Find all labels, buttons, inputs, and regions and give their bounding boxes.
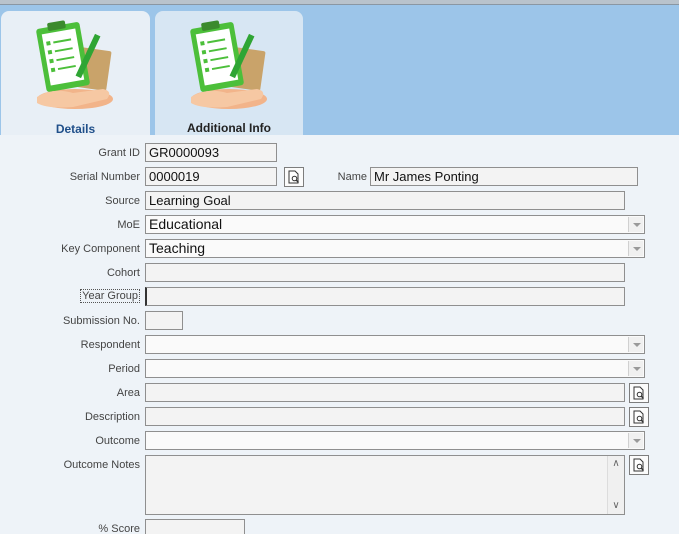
document-search-icon	[633, 386, 644, 400]
tab-additional-info[interactable]: Additional Info	[155, 11, 303, 135]
outcome-notes-lookup-button[interactable]	[629, 455, 649, 475]
source-field[interactable]: Learning Goal	[145, 191, 625, 210]
score-label: % Score	[98, 523, 140, 534]
outcome-notes-scrollbar[interactable]: ∧ ∨	[607, 456, 624, 514]
description-label: Description	[84, 411, 140, 423]
grant-id-field[interactable]: GR0000093	[145, 143, 277, 162]
year-group-field[interactable]	[145, 287, 625, 306]
details-form: Grant ID GR0000093 Serial Number 0000019…	[0, 135, 679, 534]
scroll-down-icon[interactable]: ∨	[608, 498, 624, 514]
document-search-icon	[633, 410, 644, 424]
score-field[interactable]	[145, 519, 245, 534]
year-group-label: Year Group	[60, 289, 140, 303]
period-select[interactable]	[145, 359, 645, 378]
outcome-select[interactable]	[145, 431, 645, 450]
tab-label: Additional Info	[187, 121, 271, 135]
grant-id-label: Grant ID	[98, 147, 140, 159]
area-field[interactable]	[145, 383, 625, 402]
description-lookup-button[interactable]	[629, 407, 649, 427]
outcome-notes-textarea[interactable]: ∧ ∨	[145, 455, 625, 515]
respondent-label: Respondent	[80, 339, 140, 351]
cohort-field[interactable]	[145, 263, 625, 282]
serial-number-label: Serial Number	[69, 171, 140, 183]
chevron-down-icon[interactable]	[628, 361, 643, 376]
year-group-label-text: Year Group	[80, 289, 140, 303]
cohort-label: Cohort	[106, 267, 140, 279]
period-label: Period	[108, 363, 140, 375]
tab-label: Details	[55, 122, 96, 136]
chevron-down-icon[interactable]	[628, 433, 643, 448]
respondent-select[interactable]	[145, 335, 645, 354]
name-field[interactable]: Mr James Ponting	[370, 167, 638, 186]
key-component-selected-value: Teaching	[149, 240, 206, 256]
moe-label: MoE	[117, 219, 140, 231]
document-search-icon	[288, 170, 299, 184]
chevron-down-icon[interactable]	[628, 337, 643, 352]
description-field[interactable]	[145, 407, 625, 426]
key-component-select[interactable]: Teaching	[145, 239, 645, 258]
tab-strip: Details Additional Info	[0, 5, 679, 161]
area-label: Area	[116, 387, 140, 399]
scroll-up-icon[interactable]: ∧	[608, 456, 624, 472]
chevron-down-icon[interactable]	[628, 217, 643, 232]
serial-number-lookup-button[interactable]	[284, 167, 304, 187]
outcome-label: Outcome	[95, 435, 140, 447]
key-component-label: Key Component	[61, 243, 140, 255]
moe-select[interactable]: Educational	[145, 215, 645, 234]
outcome-notes-label: Outcome Notes	[63, 459, 140, 471]
source-label: Source	[105, 195, 140, 207]
name-label: Name	[337, 171, 367, 183]
chevron-down-icon[interactable]	[628, 241, 643, 256]
clipboard-hand-icon	[190, 20, 267, 109]
document-search-icon	[633, 458, 644, 472]
submission-no-label: Submission No.	[62, 315, 140, 327]
submission-no-field[interactable]	[145, 311, 183, 330]
moe-selected-value: Educational	[149, 216, 223, 232]
clipboard-hand-icon	[36, 20, 113, 109]
serial-number-field[interactable]: 0000019	[145, 167, 277, 186]
area-lookup-button[interactable]	[629, 383, 649, 403]
